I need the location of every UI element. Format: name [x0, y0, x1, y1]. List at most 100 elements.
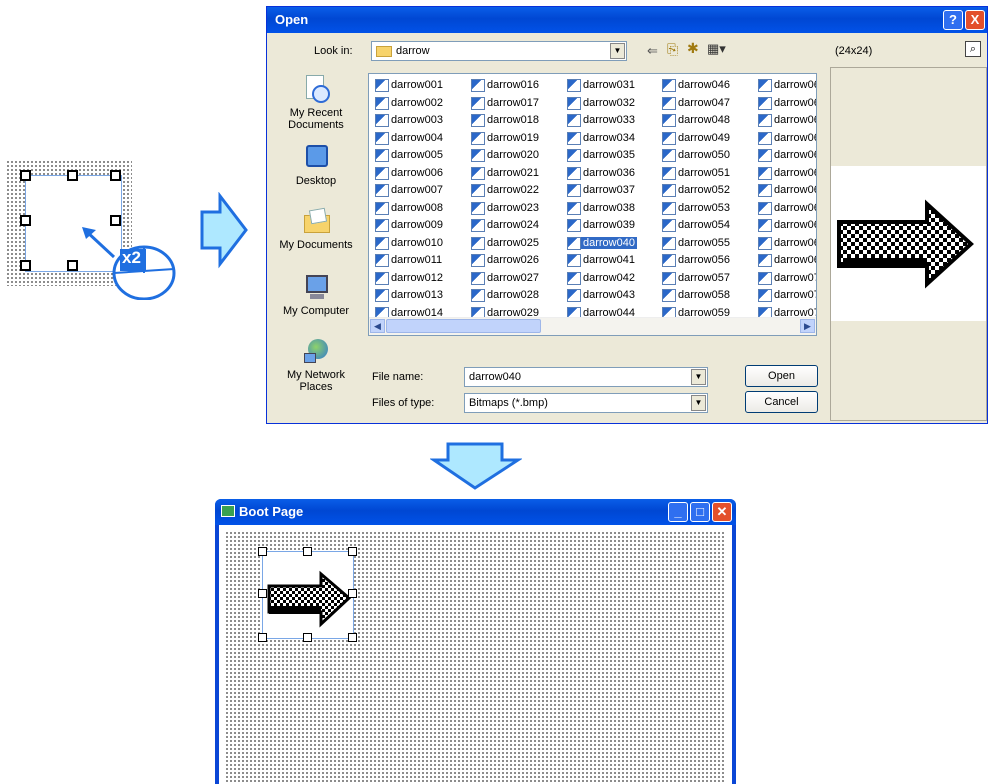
file-name: darrow023	[487, 201, 539, 214]
scroll-right-icon[interactable]: ▶	[800, 319, 815, 333]
image-size-label: (24x24)	[835, 45, 873, 57]
file-name: darrow054	[678, 219, 730, 231]
bitmap-file-icon	[471, 149, 485, 162]
file-name-input[interactable]: darrow040 ▼	[464, 367, 708, 387]
bitmap-file-icon	[758, 149, 772, 162]
resize-handle[interactable]	[348, 589, 357, 598]
my-computer-icon	[300, 273, 332, 303]
resize-handle[interactable]	[20, 215, 31, 226]
resize-handle[interactable]	[67, 170, 78, 181]
resize-handle[interactable]	[258, 633, 267, 642]
bitmap-file-icon	[662, 219, 676, 232]
bitmap-file-icon	[471, 184, 485, 197]
minimize-icon[interactable]: _	[668, 502, 688, 522]
resize-handle[interactable]	[303, 633, 312, 642]
resize-handle[interactable]	[303, 547, 312, 556]
file-name: darrow035	[583, 149, 635, 161]
bitmap-file-icon	[567, 79, 581, 92]
chevron-down-icon[interactable]: ▼	[691, 395, 706, 411]
file-name: darrow06	[774, 131, 817, 144]
file-name: darrow07	[774, 271, 817, 284]
place-my-network-places[interactable]: My Network Places	[271, 337, 361, 393]
bitmap-file-icon	[567, 219, 581, 232]
placed-arrow-object[interactable]	[262, 551, 354, 639]
place-my-recent-documents[interactable]: My Recent Documents	[271, 75, 361, 131]
bitmap-file-icon	[375, 271, 389, 285]
bitmap-file-icon	[375, 254, 389, 267]
scrollbar-thumb[interactable]	[386, 319, 541, 333]
file-list[interactable]: darrow001 darrow002 darrow003 darrow004 darr…	[368, 73, 817, 336]
maximize-icon[interactable]: □	[690, 502, 710, 522]
file-name: darrow009	[391, 219, 443, 231]
place-desktop[interactable]: Desktop	[271, 143, 361, 187]
resize-handle[interactable]	[348, 633, 357, 642]
up-folder-icon[interactable]: ⎘	[667, 41, 678, 58]
bitmap-file-icon	[662, 289, 676, 302]
double-click-badge: x2	[122, 248, 141, 267]
file-name: darrow001	[391, 79, 443, 91]
bitmap-file-icon	[375, 131, 389, 145]
horizontal-scrollbar[interactable]: ◀ ▶	[369, 317, 816, 335]
place-my-documents[interactable]: My Documents	[271, 207, 361, 251]
bitmap-file-icon	[758, 96, 772, 110]
bitmap-file-icon	[375, 184, 389, 197]
resize-handle[interactable]	[258, 589, 267, 598]
file-name: darrow011	[391, 254, 443, 266]
bitmap-file-icon	[662, 131, 676, 145]
place-label: My Recent Documents	[288, 107, 344, 131]
resize-handle[interactable]	[20, 260, 31, 271]
file-type-dropdown[interactable]: Bitmaps (*.bmp) ▼	[464, 393, 708, 413]
bitmap-file-icon	[758, 289, 772, 302]
file-name: darrow040	[581, 236, 637, 249]
arrow-bitmap	[267, 570, 351, 628]
open-dialog: Open ? X Look in: darrow ▼ ⇐ ⎘ ✱ ▦▾ (24x…	[266, 6, 988, 424]
bitmap-file-icon	[471, 96, 485, 110]
preview-toggle-icon[interactable]: ⌕	[965, 41, 981, 57]
close-icon[interactable]: ✕	[712, 502, 732, 522]
double-click-illustration: x2	[0, 150, 185, 300]
bitmap-file-icon	[471, 131, 485, 145]
scroll-left-icon[interactable]: ◀	[370, 319, 385, 333]
resize-handle[interactable]	[110, 170, 121, 181]
dialog-titlebar[interactable]: Open ? X	[267, 7, 987, 33]
close-button[interactable]: X	[965, 10, 985, 30]
bitmap-file-icon	[758, 219, 772, 232]
resize-handle[interactable]	[67, 260, 78, 271]
file-name: darrow06	[774, 201, 817, 214]
bitmap-file-icon	[567, 271, 581, 285]
resize-handle[interactable]	[348, 547, 357, 556]
file-name: darrow005	[391, 149, 443, 161]
window-titlebar[interactable]: Boot Page _ □ ✕	[215, 499, 736, 525]
window-title: Boot Page	[239, 504, 304, 519]
file-name: darrow06	[774, 184, 817, 196]
boot-page-canvas[interactable]	[219, 525, 732, 784]
file-name: darrow032	[583, 96, 635, 109]
bitmap-file-icon	[567, 149, 581, 162]
bitmap-file-icon	[375, 236, 389, 250]
chevron-down-icon[interactable]: ▼	[610, 43, 625, 59]
help-button[interactable]: ?	[943, 10, 963, 30]
view-menu-icon[interactable]: ▦▾	[707, 41, 726, 57]
cancel-button[interactable]: Cancel	[745, 391, 818, 413]
file-name: darrow038	[583, 201, 635, 214]
file-name: darrow008	[391, 201, 443, 214]
place-my-computer[interactable]: My Computer	[271, 273, 361, 317]
bitmap-file-icon	[375, 114, 389, 127]
back-arrow-icon[interactable]: ⇐	[647, 43, 658, 59]
open-button[interactable]: Open	[745, 365, 818, 387]
file-name: darrow056	[678, 254, 730, 266]
new-folder-icon[interactable]: ✱	[687, 40, 699, 57]
bitmap-file-icon	[471, 289, 485, 302]
chevron-down-icon[interactable]: ▼	[691, 369, 706, 385]
file-name: darrow007	[391, 184, 443, 196]
resize-handle[interactable]	[20, 170, 31, 181]
file-name: darrow025	[487, 236, 539, 249]
bitmap-file-icon	[662, 114, 676, 127]
look-in-dropdown[interactable]: darrow ▼	[371, 41, 627, 61]
dialog-title: Open	[275, 12, 309, 27]
bitmap-file-icon	[375, 219, 389, 232]
file-type-value: Bitmaps (*.bmp)	[469, 397, 548, 409]
file-name: darrow047	[678, 96, 730, 109]
file-name: darrow06	[774, 79, 817, 91]
resize-handle[interactable]	[258, 547, 267, 556]
